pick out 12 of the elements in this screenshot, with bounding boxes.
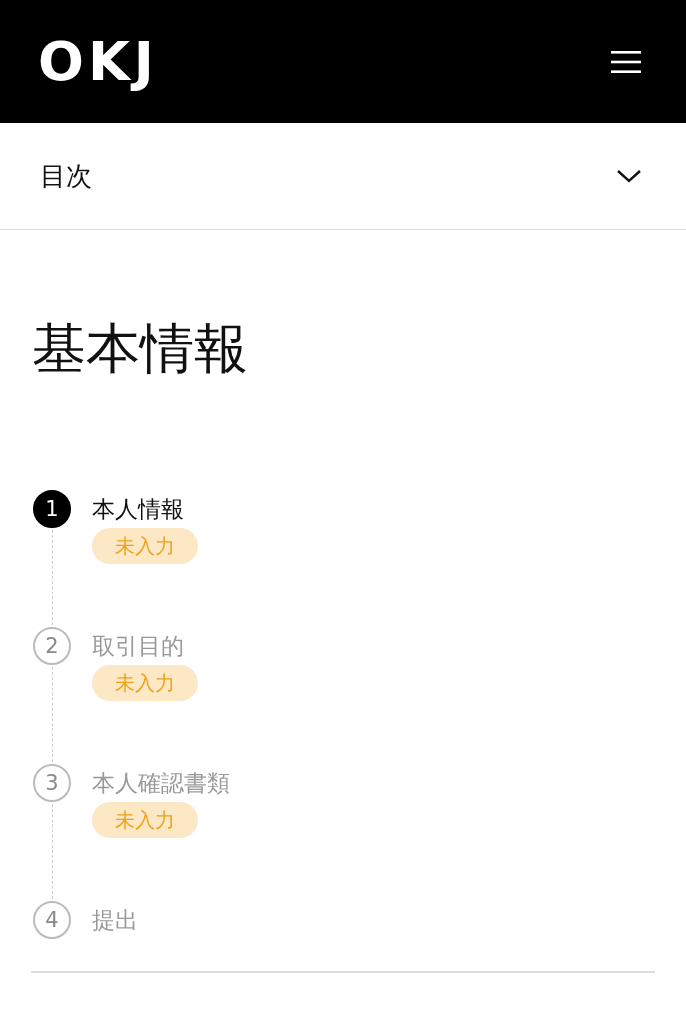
status-badge: 未入力 — [92, 802, 198, 838]
step-number: 3 — [33, 764, 71, 802]
logo[interactable]: OKJ — [38, 34, 158, 89]
status-badge: 未入力 — [92, 528, 198, 564]
step-number: 4 — [33, 901, 71, 939]
step-number: 1 — [33, 490, 71, 528]
step-label[interactable]: 本人情報 — [92, 490, 184, 528]
page-title: 基本情報 — [32, 318, 249, 380]
step-number: 2 — [33, 627, 71, 665]
toc-dropdown[interactable]: 目次 — [0, 123, 686, 230]
status-badge: 未入力 — [92, 665, 198, 701]
menu-icon[interactable] — [611, 49, 641, 74]
